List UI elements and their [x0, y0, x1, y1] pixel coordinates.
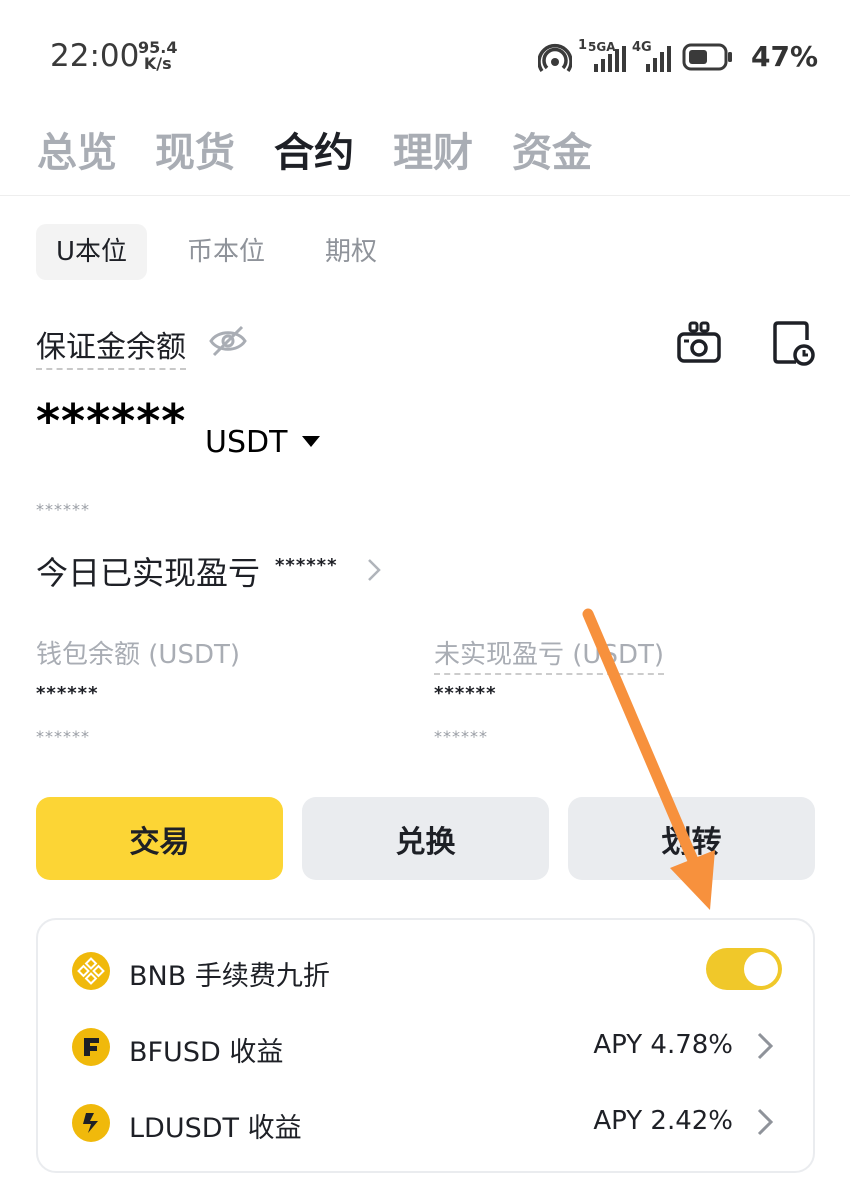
subtab-usdm[interactable]: U本位 — [36, 224, 148, 280]
ldusdt-row[interactable]: LDUSDT 收益 APY 2.42% — [38, 1092, 813, 1152]
wallet-balance-sub: ****** — [36, 727, 90, 746]
tab-funding[interactable]: 资金 — [512, 120, 592, 178]
signal-5ga-icon: 1 5GA — [578, 38, 626, 74]
bnb-discount-label: BNB 手续费九折 — [129, 961, 330, 992]
chevron-right-icon[interactable] — [755, 1030, 775, 1062]
bfusd-apy: APY 4.78% — [593, 1030, 733, 1060]
battery-percent: 47% — [751, 40, 819, 73]
transfer-button[interactable]: 划转 — [568, 797, 815, 880]
status-time: 22:00 — [50, 38, 140, 74]
tab-futures[interactable]: 合约 — [274, 120, 354, 178]
gift-camera-icon[interactable] — [676, 320, 722, 364]
subtab-coinm[interactable]: 币本位 — [187, 224, 265, 280]
convert-button[interactable]: 兑换 — [302, 797, 549, 880]
ldusdt-apy: APY 2.42% — [593, 1106, 733, 1136]
hotspot-icon — [538, 43, 572, 72]
tab-spot[interactable]: 现货 — [155, 120, 235, 178]
signal-4g-icon: 4G — [632, 40, 676, 74]
tab-overview[interactable]: 总览 — [37, 120, 117, 178]
network-speed: 95.4 K/s — [138, 40, 177, 72]
margin-balance-label[interactable]: 保证金余额 — [36, 322, 186, 370]
trade-button[interactable]: 交易 — [36, 797, 283, 880]
history-icon[interactable] — [772, 320, 816, 366]
ldusdt-label: LDUSDT 收益 — [129, 1113, 302, 1144]
eye-off-icon[interactable] — [208, 324, 248, 358]
unrealized-pnl-value: ****** — [434, 683, 497, 704]
bnb-discount-toggle[interactable] — [706, 948, 782, 990]
status-bar: 22:00 95.4 K/s 1 5GA 4G 47% — [0, 0, 850, 110]
today-pnl-value: ****** — [275, 555, 338, 576]
bfusd-label: BFUSD 收益 — [129, 1037, 284, 1068]
subtab-options[interactable]: 期权 — [325, 224, 377, 280]
chevron-right-icon[interactable] — [362, 556, 386, 584]
wallet-balance-value: ****** — [36, 683, 99, 704]
bnb-coin-icon — [72, 952, 110, 990]
margin-balance-value: ****** — [36, 394, 187, 448]
unrealized-pnl-sub: ****** — [434, 727, 488, 746]
network-speed-unit: K/s — [143, 54, 172, 73]
wallet-balance-label: 钱包余额 (USDT) — [36, 640, 240, 670]
unrealized-pnl-label[interactable]: 未实现盈亏 (USDT) — [434, 634, 664, 675]
margin-balance-sub: ****** — [36, 500, 90, 519]
tab-earn[interactable]: 理财 — [393, 120, 473, 178]
fee-earn-card: BNB 手续费九折 BFUSD 收益 APY 4.78% LDUSDT 收益 A… — [36, 918, 815, 1173]
status-icons: 1 5GA 4G — [538, 38, 734, 74]
bfusd-coin-icon — [72, 1028, 110, 1066]
ldusdt-coin-icon — [72, 1104, 110, 1142]
battery-icon — [682, 43, 732, 71]
currency-selector[interactable]: USDT — [205, 425, 287, 460]
bfusd-row[interactable]: BFUSD 收益 APY 4.78% — [38, 1016, 813, 1076]
bnb-discount-row: BNB 手续费九折 — [38, 940, 813, 1000]
chevron-right-icon[interactable] — [755, 1106, 775, 1138]
today-pnl-label[interactable]: 今日已实现盈亏 — [36, 548, 260, 594]
top-tab-bar: 总览 现货 合约 理财 资金 — [0, 110, 850, 196]
caret-down-icon[interactable] — [302, 436, 320, 447]
toggle-knob — [744, 952, 778, 986]
